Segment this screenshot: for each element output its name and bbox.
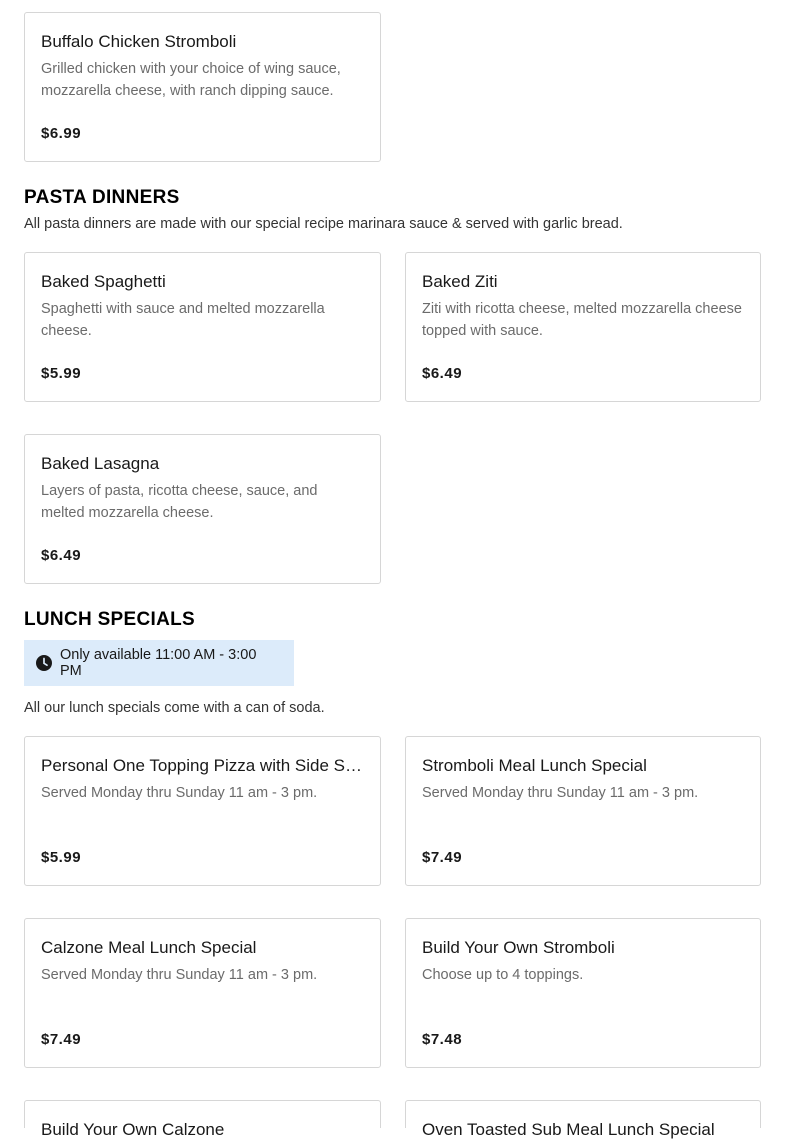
- menu-item-card[interactable]: Baked Ziti Ziti with ricotta cheese, mel…: [405, 252, 761, 402]
- menu-item-name: Baked Ziti: [422, 272, 498, 291]
- menu-item-description: Ziti with ricotta cheese, melted mozzare…: [422, 301, 742, 339]
- menu-item-description: Layers of pasta, ricotta cheese, sauce, …: [41, 483, 318, 521]
- menu-item-price: $6.49: [41, 547, 82, 564]
- menu-item-card[interactable]: Personal One Topping Pizza with Side Sal…: [24, 736, 381, 886]
- menu-item-card[interactable]: Calzone Meal Lunch Special Served Monday…: [24, 918, 381, 1068]
- menu-item-card[interactable]: Buffalo Chicken Stromboli Grilled chicke…: [24, 12, 381, 162]
- menu-item-price: $7.49: [422, 849, 463, 866]
- menu-item-name: Stromboli Meal Lunch Special: [422, 756, 647, 775]
- section-title: PASTA DINNERS: [24, 187, 180, 208]
- menu-item-name: Build Your Own Calzone: [41, 1120, 225, 1139]
- menu-item-price: $7.49: [41, 1031, 82, 1048]
- menu-item-description: Served Monday thru Sunday 11 am - 3 pm.: [41, 785, 318, 801]
- menu-item-name: Personal One Topping Pizza with Side Sal…: [41, 756, 364, 775]
- menu-item-name: Calzone Meal Lunch Special: [41, 938, 257, 957]
- menu-item-description: Choose up to 4 toppings.: [422, 967, 584, 983]
- menu-item-description: Served Monday thru Sunday 11 am - 3 pm.: [422, 785, 699, 801]
- menu-item-description: Grilled chicken with your choice of wing…: [41, 61, 341, 99]
- section-description: All our lunch specials come with a can o…: [24, 700, 325, 716]
- menu-item-name: Baked Spaghetti: [41, 272, 166, 291]
- menu-item-card[interactable]: Stromboli Meal Lunch Special Served Mond…: [405, 736, 761, 886]
- menu-item-name: Oven Toasted Sub Meal Lunch Special: [422, 1120, 715, 1139]
- menu-item-price: $5.99: [41, 365, 82, 382]
- menu-item-card[interactable]: Build Your Own Calzone: [24, 1100, 381, 1139]
- section-title: LUNCH SPECIALS: [24, 609, 195, 630]
- clock-icon: [36, 655, 52, 671]
- menu-item-price: $6.49: [422, 365, 463, 382]
- menu-item-price: $5.99: [41, 849, 82, 866]
- menu-item-card[interactable]: Baked Lasagna Layers of pasta, ricotta c…: [24, 434, 381, 584]
- section-description: All pasta dinners are made with our spec…: [24, 216, 623, 232]
- menu-item-name: Build Your Own Stromboli: [422, 938, 615, 957]
- menu-item-description: Spaghetti with sauce and melted mozzarel…: [41, 301, 325, 339]
- menu-item-card[interactable]: Baked Spaghetti Spaghetti with sauce and…: [24, 252, 381, 402]
- menu-item-description: Served Monday thru Sunday 11 am - 3 pm.: [41, 967, 318, 983]
- menu-item-name: Baked Lasagna: [41, 454, 160, 473]
- menu-item-price: $6.99: [41, 125, 82, 142]
- menu-item-price: $7.48: [422, 1031, 463, 1048]
- availability-banner: Only available 11:00 AM - 3:00 PM: [24, 640, 294, 686]
- availability-text: Only available 11:00 AM - 3:00 PM: [59, 647, 257, 679]
- menu-item-card[interactable]: Oven Toasted Sub Meal Lunch Special: [405, 1100, 761, 1139]
- menu-item-name: Buffalo Chicken Stromboli: [41, 32, 237, 51]
- menu-item-card[interactable]: Build Your Own Stromboli Choose up to 4 …: [405, 918, 761, 1068]
